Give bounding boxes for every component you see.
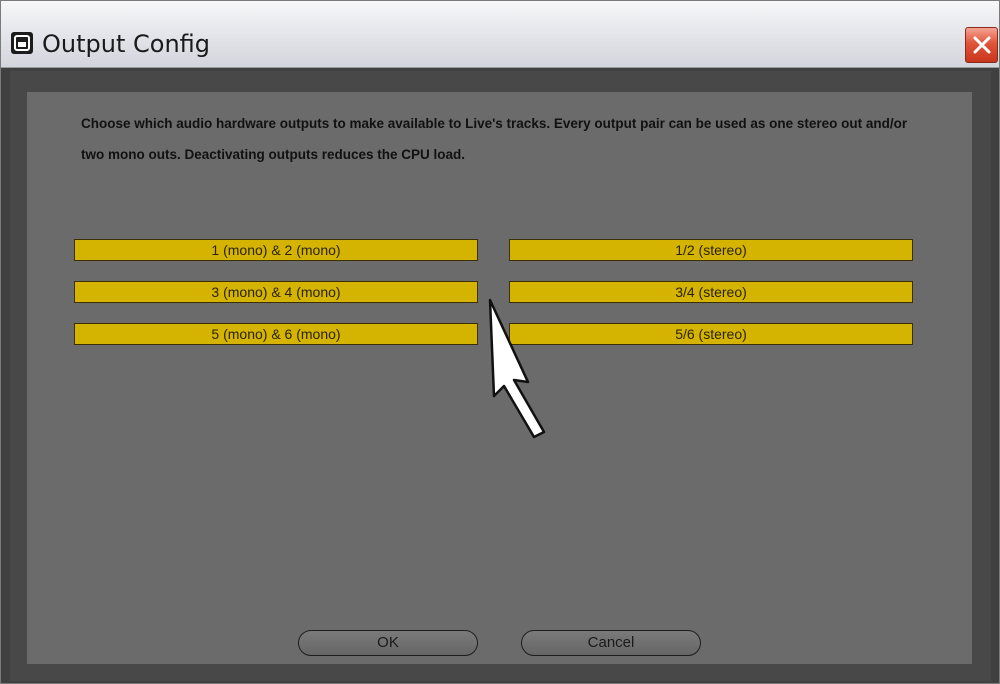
output-toggle-stereo-3-4[interactable]: 3/4 (stereo): [509, 281, 913, 303]
description-text: Choose which audio hardware outputs to m…: [81, 116, 908, 162]
output-toggle-stereo-1-2[interactable]: 1/2 (stereo): [509, 239, 913, 261]
window-title: Output Config: [42, 30, 210, 58]
close-button[interactable]: [965, 27, 998, 63]
ableton-live-icon: [11, 32, 33, 54]
output-toggle-mono-3-4[interactable]: 3 (mono) & 4 (mono): [74, 281, 478, 303]
title-bar[interactable]: Output Config: [1, 1, 999, 68]
output-toggle-mono-1-2[interactable]: 1 (mono) & 2 (mono): [74, 239, 478, 261]
close-icon: [973, 36, 991, 54]
cancel-button[interactable]: Cancel: [521, 630, 701, 656]
output-toggle-stereo-5-6[interactable]: 5/6 (stereo): [509, 323, 913, 345]
mouse-pointer-icon: [488, 298, 546, 439]
ok-button[interactable]: OK: [298, 630, 478, 656]
output-toggle-mono-5-6[interactable]: 5 (mono) & 6 (mono): [74, 323, 478, 345]
